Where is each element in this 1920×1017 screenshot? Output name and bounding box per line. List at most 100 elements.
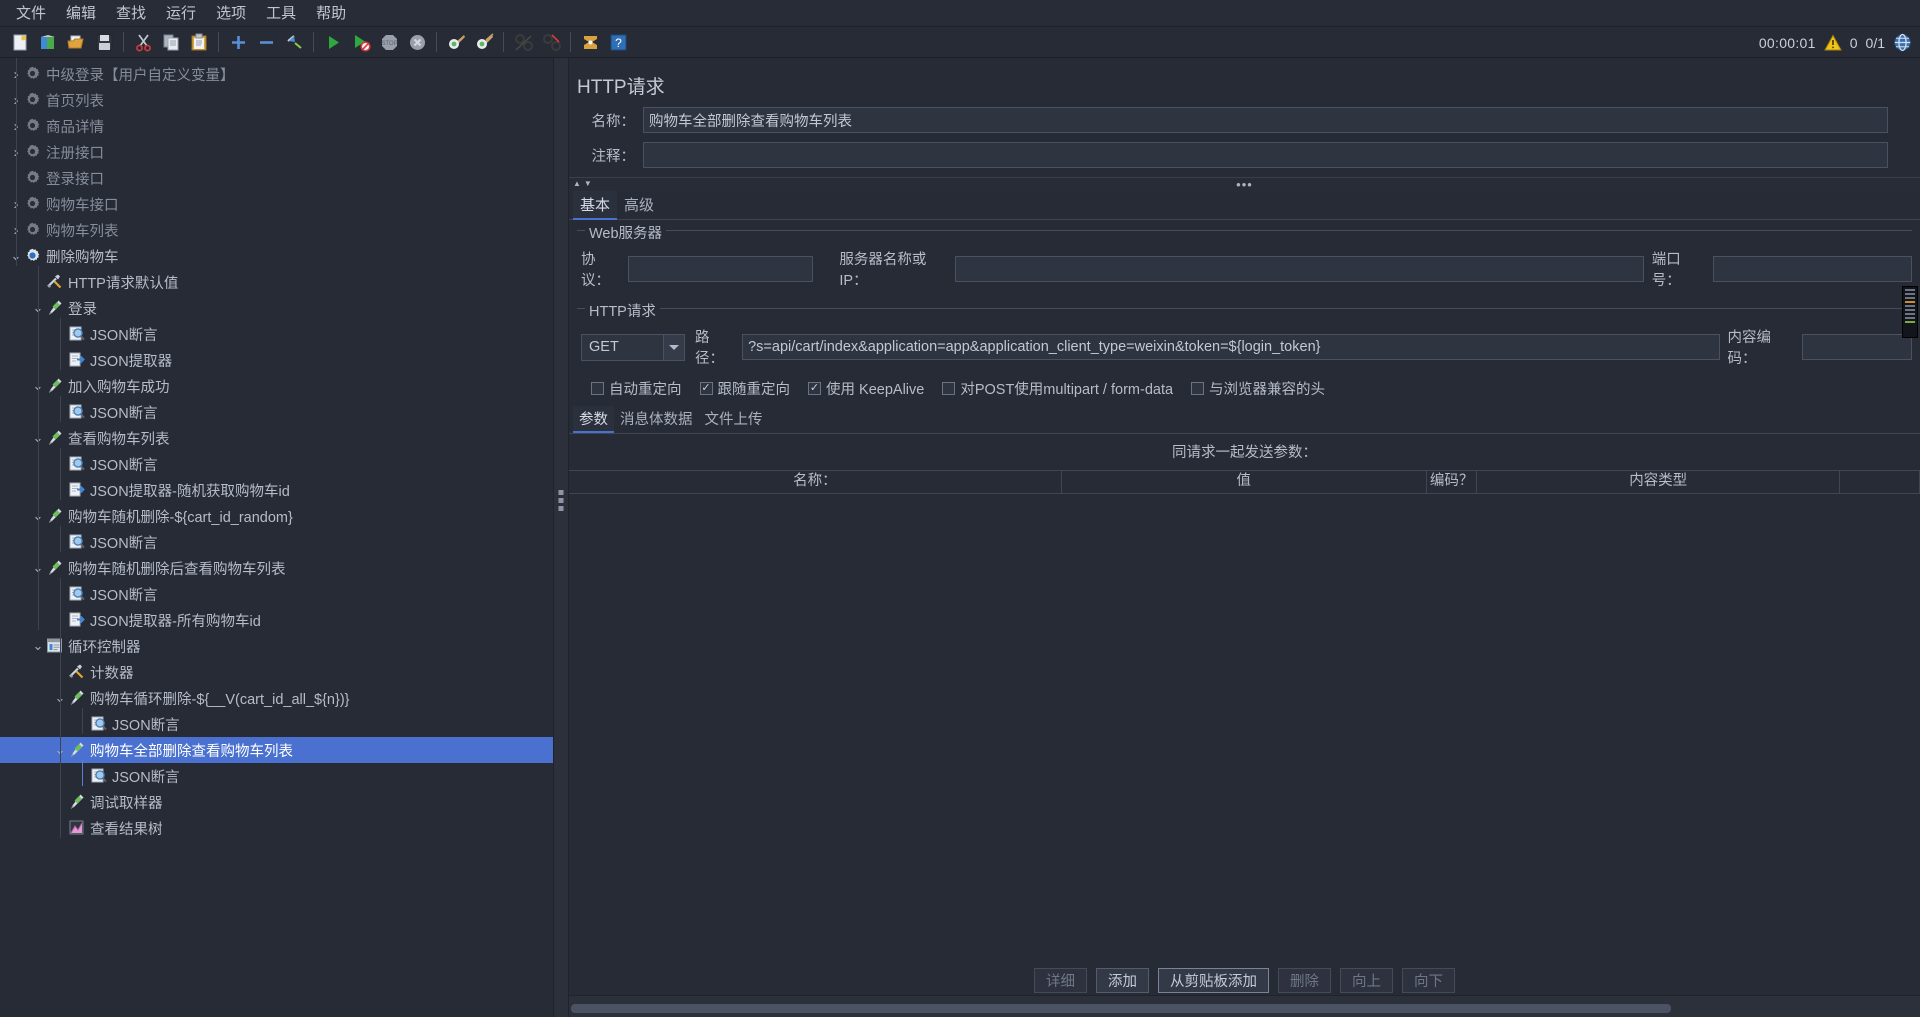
table-column-header[interactable]: 编码？ (1427, 470, 1478, 494)
menu-help[interactable]: 帮助 (306, 2, 356, 25)
checkbox-box[interactable] (699, 382, 713, 395)
clear-all-icon[interactable] (473, 31, 495, 53)
parameters-table[interactable]: 名称：值编码？ 内容类型 (569, 470, 1920, 964)
method-select[interactable]: GET (581, 333, 686, 361)
port-input[interactable] (1713, 256, 1912, 282)
tree-item[interactable]: JSON断言 (0, 321, 553, 347)
parameters-table-body[interactable] (569, 494, 1920, 964)
tree-item[interactable]: ⌄加入购物车成功 (0, 373, 553, 399)
tree-item[interactable]: ›中级登录【用户自定义变量】 (0, 61, 553, 87)
tree-item[interactable]: JSON断言 (0, 529, 553, 555)
param-tabs[interactable]: 参数 消息体数据 文件上传 (569, 406, 1920, 433)
test-plan-tree[interactable]: ›中级登录【用户自定义变量】›首页列表›商品详情›注册接口登录接口 ›购物车接口›… (0, 58, 553, 841)
chevron-down-icon[interactable] (663, 334, 685, 360)
tree-item[interactable]: ›首页列表 (0, 87, 553, 113)
tree-item[interactable]: ⌄查看购物车列表 (0, 425, 553, 451)
tree-item[interactable]: ⌄购物车随机删除后查看购物车列表 (0, 555, 553, 581)
menu-edit[interactable]: 编辑 (56, 2, 106, 25)
checkbox-option-2[interactable]: 使用 KeepAlive (808, 378, 938, 399)
search-icon[interactable] (512, 31, 534, 53)
menu-options[interactable]: 选项 (206, 2, 256, 25)
clear-icon[interactable] (445, 31, 467, 53)
tree-item[interactable]: ›购物车列表 (0, 217, 553, 243)
tree-item[interactable]: 计数器 (0, 659, 553, 685)
table-column-header[interactable] (1840, 470, 1920, 494)
param-tab-2[interactable]: 文件上传 (699, 406, 769, 433)
expand-all-icon[interactable] (227, 31, 249, 53)
tree-item[interactable]: 查看结果树 (0, 815, 553, 841)
shutdown-icon[interactable] (406, 31, 428, 53)
tree-item[interactable]: ›商品详情 (0, 113, 553, 139)
sphere-icon[interactable] (1893, 33, 1912, 52)
tree-item[interactable]: JSON断言 (0, 451, 553, 477)
button-从剪贴板添加[interactable]: 从剪贴板添加 (1158, 968, 1269, 993)
tree-item[interactable]: JSON提取器-随机获取购物车id (0, 477, 553, 503)
checkbox-box[interactable] (1191, 382, 1205, 395)
tree-item[interactable]: ⌄ 循环控制器 (0, 633, 553, 659)
function-helper-icon[interactable] (579, 31, 601, 53)
scroll-up-icon[interactable]: ▲ (573, 180, 581, 188)
copy-icon[interactable] (160, 31, 182, 53)
tree-item[interactable]: JSON提取器-所有购物车id (0, 607, 553, 633)
start-no-timers-icon[interactable] (350, 31, 372, 53)
checkbox-option-1[interactable]: 跟随重定向 (699, 378, 805, 399)
menu-file[interactable]: 文件 (6, 2, 56, 25)
chevron-down-icon[interactable]: ⌄ (30, 638, 46, 654)
checkbox-box[interactable] (591, 382, 604, 395)
checkbox-option-4[interactable]: 与浏览器兼容的头 (1191, 378, 1339, 399)
open-template-icon[interactable] (37, 31, 59, 53)
tab-overflow-icon[interactable]: ••• (1236, 178, 1253, 191)
warning-triangle-icon[interactable] (1823, 33, 1842, 52)
tree-item[interactable]: ›注册接口 (0, 139, 553, 165)
table-column-header[interactable]: 内容类型 (1477, 470, 1841, 494)
open-folder-icon[interactable] (65, 31, 87, 53)
start-icon[interactable] (322, 31, 344, 53)
param-tab-1[interactable]: 消息体数据 (614, 406, 699, 433)
code-minimap[interactable] (1902, 286, 1918, 338)
scroll-down-icon[interactable]: ▼ (584, 180, 592, 188)
new-file-icon[interactable] (9, 31, 31, 53)
tree-item[interactable]: HTTP请求默认值 (0, 269, 553, 295)
tree-item[interactable]: ⌄购物车随机删除-${cart_id_random} (0, 503, 553, 529)
save-icon[interactable] (93, 31, 115, 53)
tree-item[interactable]: 登录接口 (0, 165, 553, 191)
tab-scroll-arrows[interactable]: ▲ ▼ (573, 180, 592, 188)
name-input[interactable] (643, 107, 1888, 133)
tab-basic[interactable]: 基本 (573, 191, 618, 220)
checkbox-box[interactable] (942, 382, 956, 395)
content-encoding-input[interactable] (1802, 334, 1912, 360)
tree-item[interactable]: JSON断言 (0, 399, 553, 425)
help-icon[interactable]: ? (607, 31, 629, 53)
stop-icon[interactable]: STOP (378, 31, 400, 53)
protocol-input[interactable] (628, 256, 814, 282)
checkbox-option-0[interactable]: 自动重定向 (591, 378, 696, 399)
horizontal-scrollbar-thumb[interactable] (571, 1004, 1671, 1013)
http-options-checkboxes[interactable]: 自动重定向 跟随重定向 使用 KeepAlive 对POST使用multipart /… (577, 372, 1912, 401)
toggle-icon[interactable] (283, 31, 305, 53)
menu-run[interactable]: 运行 (156, 2, 206, 25)
pane-splitter[interactable] (553, 58, 569, 1017)
path-input[interactable] (742, 334, 1720, 360)
tree-item[interactable]: ⌄登录 (0, 295, 553, 321)
tree-item[interactable]: JSON提取器 (0, 347, 553, 373)
editor-tabs[interactable]: 基本 高级 (569, 191, 1920, 220)
button-添加[interactable]: 添加 (1096, 968, 1149, 993)
tree-item[interactable]: JSON断言 (0, 581, 553, 607)
paste-icon[interactable] (188, 31, 210, 53)
menu-tools[interactable]: 工具 (256, 2, 306, 25)
collapse-all-icon[interactable] (255, 31, 277, 53)
splitter-grip[interactable] (558, 490, 564, 511)
tree-item[interactable]: ›购物车接口 (0, 191, 553, 217)
param-tab-0[interactable]: 参数 (573, 406, 614, 433)
bottom-scroll-bar[interactable] (569, 995, 1920, 1017)
search-reset-icon[interactable] (540, 31, 562, 53)
cut-icon[interactable] (132, 31, 154, 53)
table-column-header[interactable]: 名称： (569, 470, 1062, 494)
checkbox-box[interactable] (808, 382, 821, 395)
server-input[interactable] (955, 256, 1644, 282)
comment-input[interactable] (643, 142, 1888, 168)
table-column-header[interactable]: 值 (1062, 470, 1427, 494)
table-action-buttons[interactable]: 详细 添加 从剪贴板添加 删除 向上 向下 (569, 968, 1920, 993)
tree-item[interactable]: 调试取样器 (0, 789, 553, 815)
tree-item[interactable]: ⌄删除购物车 (0, 243, 553, 269)
